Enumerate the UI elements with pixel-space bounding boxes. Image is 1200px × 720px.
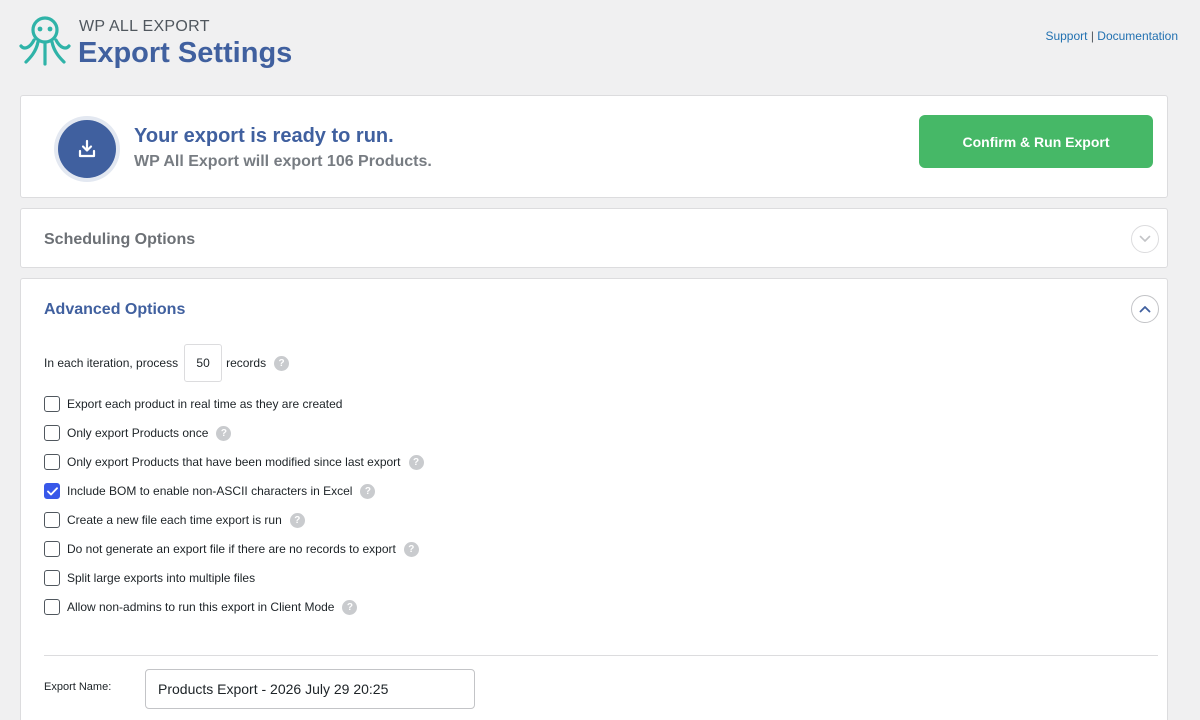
option-label[interactable]: Split large exports into multiple files bbox=[67, 571, 255, 585]
chevron-up-icon[interactable] bbox=[1131, 295, 1159, 323]
iteration-suffix: records bbox=[226, 356, 267, 370]
help-icon[interactable]: ? bbox=[216, 425, 232, 441]
divider bbox=[44, 655, 1158, 656]
help-icon[interactable]: ? bbox=[403, 541, 419, 557]
checkbox[interactable] bbox=[44, 425, 60, 441]
checkbox[interactable] bbox=[44, 541, 60, 557]
help-icon[interactable]: ? bbox=[342, 599, 358, 615]
option-row: Only export Products that have been modi… bbox=[44, 453, 424, 471]
checkbox-checked[interactable] bbox=[44, 483, 60, 499]
chevron-down-icon[interactable] bbox=[1131, 225, 1159, 253]
brand-name: WP ALL EXPORT bbox=[79, 18, 210, 35]
help-icon[interactable]: ? bbox=[408, 454, 424, 470]
option-label[interactable]: Only export Products once bbox=[67, 426, 208, 440]
download-icon bbox=[58, 120, 116, 178]
scheduling-options-panel[interactable]: Scheduling Options bbox=[20, 208, 1168, 268]
iteration-row: In each iteration, process records ? bbox=[44, 344, 290, 382]
option-label[interactable]: Allow non-admins to run this export in C… bbox=[67, 600, 334, 614]
option-label[interactable]: Only export Products that have been modi… bbox=[67, 455, 401, 469]
option-row: Split large exports into multiple files bbox=[44, 569, 255, 587]
ready-subtitle: WP All Export will export 106 Products. bbox=[134, 153, 432, 170]
documentation-link[interactable]: Documentation bbox=[1097, 29, 1178, 43]
page-title: Export Settings bbox=[78, 37, 293, 69]
confirm-run-export-button[interactable]: Confirm & Run Export bbox=[919, 115, 1153, 168]
option-row: Export each product in real time as they… bbox=[44, 395, 342, 413]
option-label[interactable]: Do not generate an export file if there … bbox=[67, 542, 396, 556]
advanced-options-panel: Advanced Options In each iteration, proc… bbox=[20, 278, 1168, 720]
checkbox[interactable] bbox=[44, 599, 60, 615]
support-link[interactable]: Support bbox=[1045, 29, 1087, 43]
checkbox[interactable] bbox=[44, 454, 60, 470]
link-separator: | bbox=[1090, 29, 1094, 43]
option-row: Allow non-admins to run this export in C… bbox=[44, 598, 358, 616]
help-icon[interactable]: ? bbox=[360, 483, 376, 499]
iteration-prefix: In each iteration, process bbox=[44, 356, 179, 370]
option-label[interactable]: Include BOM to enable non-ASCII characte… bbox=[67, 484, 352, 498]
export-name-input[interactable] bbox=[145, 669, 475, 709]
checkbox[interactable] bbox=[44, 570, 60, 586]
ready-title: Your export is ready to run. bbox=[134, 125, 394, 147]
records-per-iteration-input[interactable] bbox=[184, 344, 223, 382]
scheduling-options-title[interactable]: Scheduling Options bbox=[44, 231, 195, 249]
checkbox[interactable] bbox=[44, 512, 60, 528]
octopus-logo-icon bbox=[19, 16, 71, 66]
page-header: WP ALL EXPORT Export Settings Support | … bbox=[0, 0, 1200, 96]
option-label[interactable]: Create a new file each time export is ru… bbox=[67, 513, 282, 527]
option-row: Do not generate an export file if there … bbox=[44, 540, 419, 558]
help-icon[interactable]: ? bbox=[289, 512, 305, 528]
help-icon[interactable]: ? bbox=[274, 355, 290, 371]
option-label[interactable]: Export each product in real time as they… bbox=[67, 397, 342, 411]
top-links: Support | Documentation bbox=[1045, 29, 1178, 43]
option-row: Include BOM to enable non-ASCII characte… bbox=[44, 482, 376, 500]
export-ready-panel: Your export is ready to run. WP All Expo… bbox=[20, 95, 1168, 198]
option-row: Create a new file each time export is ru… bbox=[44, 511, 305, 529]
export-name-label: Export Name: bbox=[44, 681, 112, 693]
option-row: Only export Products once? bbox=[44, 424, 232, 442]
checkbox[interactable] bbox=[44, 396, 60, 412]
advanced-options-title[interactable]: Advanced Options bbox=[44, 301, 185, 319]
